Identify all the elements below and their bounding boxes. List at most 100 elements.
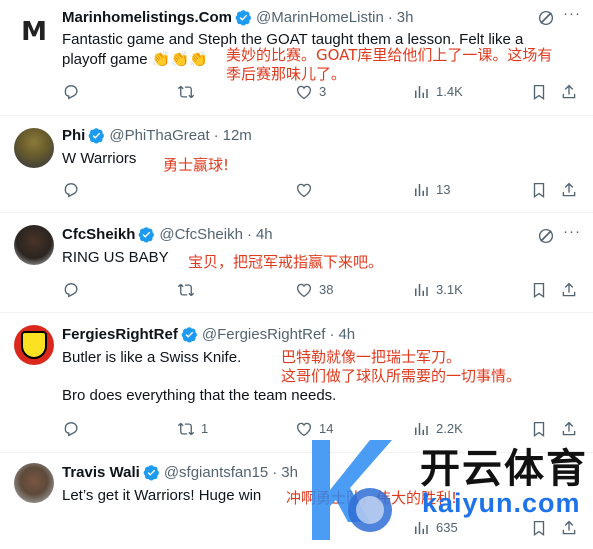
share-button[interactable] [560,281,584,299]
views-button[interactable]: 635 [412,519,458,537]
author-handle[interactable]: @MarinHomeListin [256,9,384,26]
bookmark-button[interactable] [530,519,554,537]
avatar-logo: M [21,17,47,47]
reply-icon [62,420,80,438]
verified-badge-icon [181,326,198,343]
like-icon [295,181,313,199]
more-icon[interactable]: ··· [563,223,581,240]
like-icon [295,83,313,101]
tweet-actions: 635 [62,519,582,541]
like-icon [295,420,313,438]
reply-button[interactable] [62,420,86,438]
like-button[interactable]: 14 [295,420,333,438]
verified-badge-icon [138,226,155,243]
club-crest-logo [21,331,47,359]
author-handle[interactable]: @PhiThaGreat [109,127,209,144]
views-button[interactable]: 3.1K [412,281,463,299]
like-button[interactable]: 38 [295,281,333,299]
share-button[interactable] [560,420,584,438]
bookmark-button[interactable] [530,83,554,101]
tweet-5[interactable]: Travis Wali @sfgiantsfan15 · 3h Let’s ge… [0,453,593,549]
annotation-line: 宝贝，把冠军戒指赢下来吧。 [188,253,384,271]
annotation-line: 勇士赢球! [163,156,230,174]
tweet-text-line: RING US BABY [62,249,169,266]
avatar[interactable] [14,128,54,168]
views-icon [412,519,430,537]
like-count: 3 [319,84,327,99]
views-button[interactable]: 1.4K [412,83,463,101]
separator-dot: · [272,464,278,481]
share-button[interactable] [560,181,584,199]
bookmark-button[interactable] [530,181,554,199]
annotation-line: 冲啊勇士队，伟大的胜利! [286,489,458,507]
bookmark-icon [530,281,548,299]
author-name[interactable]: CfcSheikh [62,226,135,243]
like-icon [295,281,313,299]
tweet-header: CfcSheikh @CfcSheikh · 4h [62,226,273,243]
retweet-button[interactable]: 1 [177,420,208,438]
bookmark-button[interactable] [530,420,554,438]
separator-dot: · [329,326,335,343]
avatar[interactable] [14,463,54,503]
timestamp[interactable]: 4h [338,326,355,343]
reply-icon [62,83,80,101]
tweet-header: Travis Wali @sfgiantsfan15 · 3h [62,464,298,481]
translation-annotation: 宝贝，把冠军戒指赢下来吧。 [188,253,383,272]
tweet-2[interactable]: Phi @PhiThaGreat · 12m W Warriors 勇士赢球! … [0,116,593,213]
avatar[interactable]: M [14,12,54,52]
tweet-1[interactable]: M Marinhomelistings.Com @MarinHomeListin… [0,0,593,116]
reply-button[interactable] [62,83,86,101]
separator-dot: · [246,226,252,243]
retweet-button[interactable] [177,83,201,101]
author-handle[interactable]: @FergiesRightRef [202,326,326,343]
grok-icon[interactable] [537,227,555,245]
grok-icon[interactable] [537,9,555,27]
tweet-header: Phi @PhiThaGreat · 12m [62,127,252,144]
tweet-4[interactable]: FergiesRightRef @FergiesRightRef · 4h Bu… [0,313,593,453]
views-count: 635 [436,520,458,535]
timestamp[interactable]: 3h [397,9,414,26]
author-name[interactable]: Travis Wali [62,464,140,481]
tweet-actions: 13 [62,181,582,203]
author-handle[interactable]: @sfgiantsfan15 [164,464,268,481]
more-icon[interactable]: ··· [563,5,581,22]
author-name[interactable]: FergiesRightRef [62,326,178,343]
views-icon [412,83,430,101]
views-count: 3.1K [436,282,463,297]
retweet-icon [177,281,195,299]
like-button[interactable] [295,181,319,199]
avatar[interactable] [14,225,54,265]
share-button[interactable] [560,519,584,537]
share-icon [560,420,578,438]
author-name[interactable]: Phi [62,127,85,144]
reply-icon [62,281,80,299]
bookmark-icon [530,83,548,101]
views-button[interactable]: 2.2K [412,420,463,438]
tweet-header: Marinhomelistings.Com @MarinHomeListin ·… [62,9,413,26]
bookmark-button[interactable] [530,281,554,299]
views-icon [412,420,430,438]
reply-icon [62,181,80,199]
translation-annotation: 冲啊勇士队，伟大的胜利! [286,489,457,508]
timestamp[interactable]: 12m [223,127,252,144]
views-button[interactable]: 13 [412,181,450,199]
share-button[interactable] [560,83,584,101]
translation-annotation: 巴特勒就像一把瑞士军刀。 这哥们做了球队所需要的一切事情。 [281,348,521,386]
tweet-3[interactable]: CfcSheikh @CfcSheikh · 4h ··· RING US BA… [0,213,593,313]
bookmark-icon [530,181,548,199]
retweet-count: 1 [201,421,209,436]
reply-button[interactable] [62,181,86,199]
timestamp[interactable]: 4h [256,226,273,243]
author-handle[interactable]: @CfcSheikh [159,226,243,243]
avatar[interactable] [14,325,54,365]
reply-button[interactable] [62,281,86,299]
verified-badge-icon [235,9,252,26]
separator-dot: · [387,9,393,26]
views-icon [412,281,430,299]
timestamp[interactable]: 3h [281,464,298,481]
bookmark-icon [530,519,548,537]
retweet-button[interactable] [177,281,201,299]
like-button[interactable]: 3 [295,83,326,101]
annotation-line: 这哥们做了球队所需要的一切事情。 [281,367,522,385]
author-name[interactable]: Marinhomelistings.Com [62,9,232,26]
